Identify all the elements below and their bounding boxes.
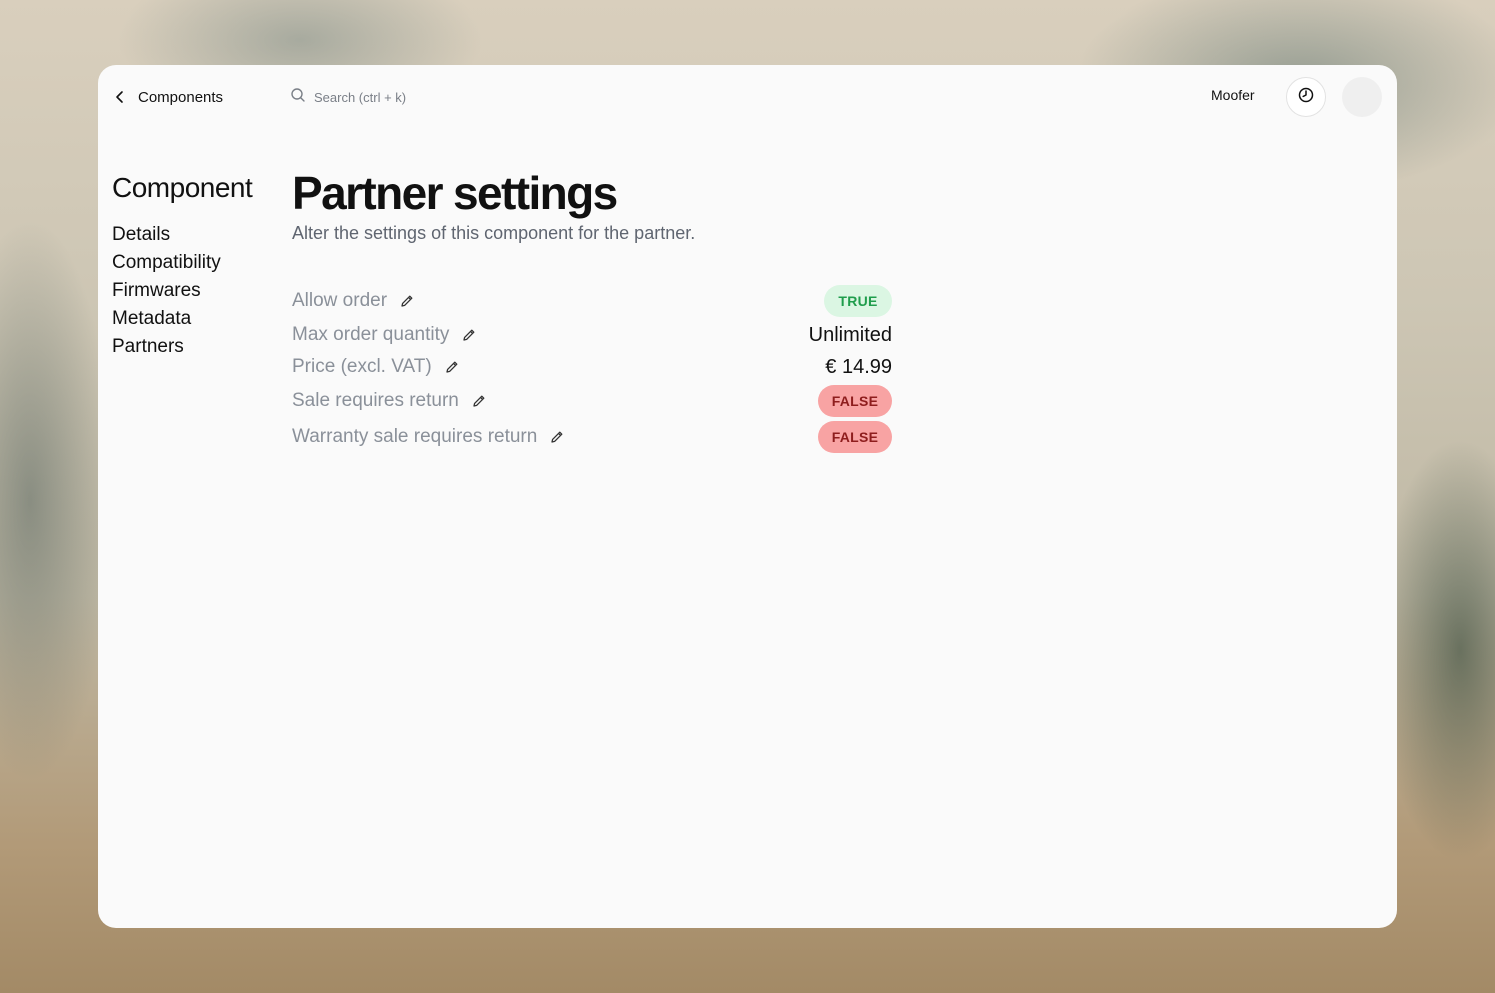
- setting-row-warranty-sale-requires-return: Warranty sale requires return FALSE: [292, 421, 892, 453]
- clock-icon: [1297, 86, 1315, 109]
- sidebar-item-firmwares[interactable]: Firmwares: [112, 277, 282, 305]
- status-badge: FALSE: [818, 421, 892, 453]
- status-badge: TRUE: [824, 285, 892, 317]
- avatar[interactable]: [1342, 77, 1382, 117]
- chevron-left-icon: [112, 89, 128, 105]
- setting-value: Unlimited: [808, 323, 892, 346]
- app-window: Components Search (ctrl + k) Moofer Comp…: [98, 65, 1397, 928]
- setting-label: Allow order: [292, 290, 388, 311]
- sidebar-item-partners[interactable]: Partners: [112, 333, 282, 361]
- setting-label: Sale requires return: [292, 390, 459, 411]
- search-icon: [290, 87, 306, 108]
- page-subtitle: Alter the settings of this component for…: [292, 223, 696, 243]
- sidebar: Component Details Compatibility Firmware…: [112, 169, 282, 361]
- setting-label: Price (excl. VAT): [292, 356, 432, 377]
- setting-row-max-order-quantity: Max order quantity Unlimited: [292, 319, 892, 351]
- sidebar-item-details[interactable]: Details: [112, 221, 282, 249]
- pencil-icon[interactable]: [471, 393, 487, 409]
- back-link-label: Components: [138, 88, 224, 106]
- history-button[interactable]: [1286, 77, 1326, 117]
- pencil-icon[interactable]: [399, 293, 415, 309]
- setting-label: Max order quantity: [292, 324, 450, 345]
- pencil-icon[interactable]: [549, 429, 565, 445]
- organization-name[interactable]: Moofer: [1211, 87, 1255, 103]
- sidebar-item-compatibility[interactable]: Compatibility: [112, 249, 282, 277]
- main-content: Partner settings Alter the settings of t…: [292, 165, 892, 453]
- sidebar-heading: Component: [112, 172, 253, 203]
- search-placeholder: Search (ctrl + k): [314, 89, 407, 105]
- pencil-icon[interactable]: [461, 327, 477, 343]
- pencil-icon[interactable]: [444, 359, 460, 375]
- top-bar: Components Search (ctrl + k) Moofer: [98, 65, 1397, 129]
- page-title: Partner settings: [292, 167, 618, 219]
- back-to-components-link[interactable]: Components: [112, 85, 223, 109]
- setting-label: Warranty sale requires return: [292, 426, 538, 447]
- setting-value: € 14.99: [825, 355, 892, 378]
- setting-row-sale-requires-return: Sale requires return FALSE: [292, 385, 892, 417]
- setting-row-price: Price (excl. VAT) € 14.99: [292, 351, 892, 383]
- status-badge: FALSE: [818, 385, 892, 417]
- search-input[interactable]: Search (ctrl + k): [290, 85, 406, 109]
- setting-row-allow-order: Allow order TRUE: [292, 285, 892, 317]
- sidebar-item-metadata[interactable]: Metadata: [112, 305, 282, 333]
